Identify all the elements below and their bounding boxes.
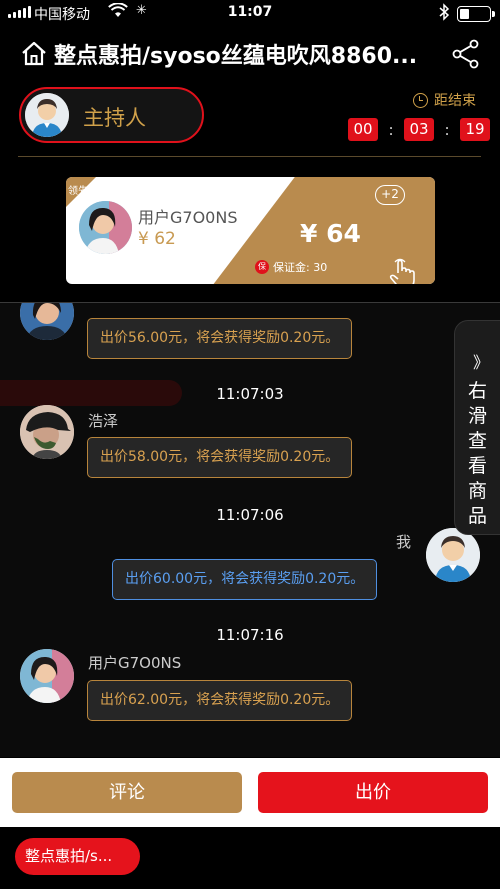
swipe-tab-label: 右滑查看商品 [468,380,488,527]
swipe-to-product-tab[interactable]: 》 右滑查看商品 [454,320,500,535]
countdown-separator: : [444,120,450,139]
message-username: 我 [396,533,412,551]
bid-message-bubble: 出价58.00元，将会获得奖励0.20元。 [87,437,353,478]
message-timestamp: 11:07:03 [216,385,284,403]
host-avatar [25,93,69,137]
floating-auction-pill[interactable]: 整点惠拍/s... [15,838,140,875]
status-bar: 中国移动 ✳ 11:07 [0,0,500,28]
countdown-minutes: 03 [404,118,434,141]
title-bar: 整点惠拍/syoso丝蕴电吹风8860... [0,30,500,78]
message-timestamp: 11:07:16 [216,626,284,644]
bid-button[interactable]: 出价 [258,772,488,813]
plus-badge[interactable]: +2 [375,185,405,205]
user-avatar [20,649,74,703]
divider [18,156,481,157]
comment-button[interactable]: 评论 [12,772,242,813]
bid-chat-list[interactable]: 出价56.00元，将会获得奖励0.20元。 11:07:03 浩泽 出价58.0… [0,303,500,757]
bid-message-bubble: 出价62.00元，将会获得奖励0.20元。 [87,680,353,721]
leader-price: ¥ 62 [138,229,176,249]
leader-name: 用户G7O0NS [138,208,238,227]
countdown-seconds: 19 [460,118,490,141]
countdown-hours: 00 [348,118,378,141]
hand-pointer-icon[interactable] [386,257,420,284]
countdown-separator: : [388,120,394,139]
current-price: ¥ 64 [300,219,361,248]
action-bar: 评论 出价 [0,758,500,827]
user-avatar [20,405,74,459]
host-button[interactable]: 主持人 [19,87,204,143]
user-avatar [20,303,74,340]
chevron-right-icon: 》 [473,353,490,372]
bid-message-bubble-mine: 出价60.00元，将会获得奖励0.20元。 [112,559,378,600]
bottom-area: 整点惠拍/s... [0,827,500,889]
share-icon[interactable] [450,38,482,70]
countdown-timer: 00 : 03 : 19 [348,118,490,141]
deposit-label: 保证金: 30 [273,261,328,274]
message-username: 用户G7O0NS [88,654,182,672]
message-timestamp: 11:07:06 [216,506,284,524]
my-avatar [426,528,480,582]
message-username: 浩泽 [88,412,119,430]
leader-avatar [79,201,132,254]
page-title: 整点惠拍/syoso丝蕴电吹风8860... [54,44,418,69]
deposit-icon: 保 [255,260,269,274]
clock-icon [413,92,428,108]
bid-message-bubble: 出价56.00元，将会获得奖励0.20元。 [87,318,353,359]
home-icon[interactable] [20,40,48,68]
host-label: 主持人 [83,106,146,130]
countdown-label: 距结束 [434,93,476,109]
countdown: 距结束 [413,90,476,110]
battery-icon [457,6,495,22]
deposit-info: 保 保证金: 30 [255,259,327,275]
leader-card: 领先 用户G7O0NS ¥ 62 ¥ 64 +2 保 保证金: 30 [66,177,435,284]
leader-tag: 领先 [68,186,88,197]
status-time: 11:07 [227,4,273,20]
bluetooth-icon [438,3,450,25]
